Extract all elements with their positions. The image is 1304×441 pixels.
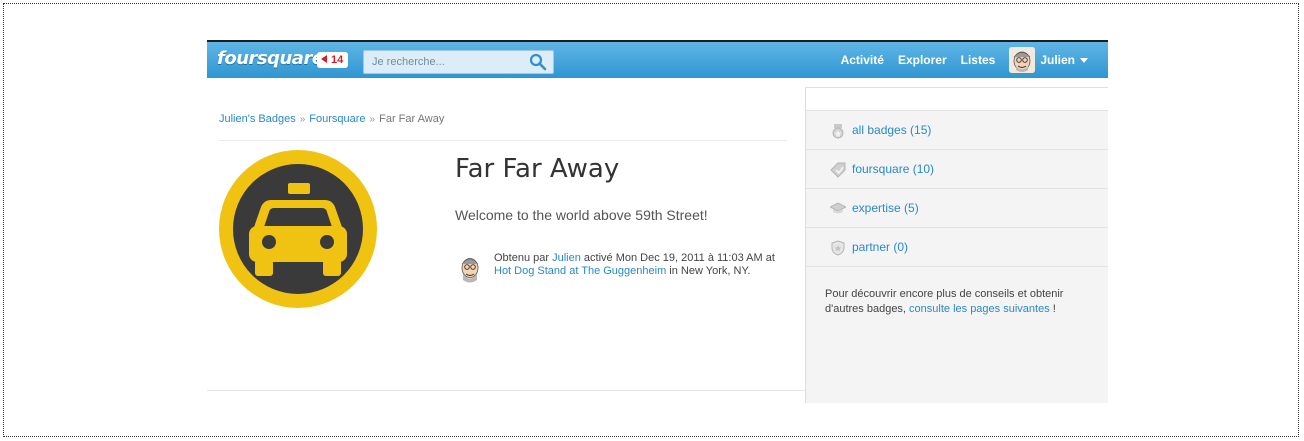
chevron-down-icon[interactable]	[1080, 57, 1088, 63]
top-navigation-bar: foursquare 14 Activité Explorer Listes J…	[207, 40, 1108, 78]
graduation-cap-icon	[830, 202, 846, 214]
nav-lists[interactable]: Listes	[961, 53, 996, 67]
sidebar-item-label: all badges (15)	[852, 123, 932, 137]
unlock-venue-link[interactable]: Hot Dog Stand at The Guggenheim	[494, 265, 666, 277]
sidebar-tip: Pour découvrir encore plus de conseils e…	[825, 287, 1087, 317]
nav-activity[interactable]: Activité	[841, 53, 884, 67]
unlock-user-link[interactable]: Julien	[552, 252, 581, 264]
sidebar-item-expertise[interactable]: expertise (5)	[806, 189, 1108, 228]
badge-sidebar: all badges (15) foursquare (10) expertis…	[805, 87, 1108, 403]
sidebar-item-all-badges[interactable]: all badges (15)	[806, 111, 1108, 150]
divider	[219, 140, 787, 141]
breadcrumb: Julien's Badges» Foursquare» Far Far Away	[219, 113, 444, 125]
unlock-text: Obtenu par Julien activé Mon Dec 19, 201…	[494, 252, 784, 278]
sidebar-item-partner[interactable]: partner (0)	[806, 228, 1108, 267]
search-icon[interactable]	[529, 53, 547, 71]
tip-end: !	[1049, 303, 1056, 315]
badge-description: Welcome to the world above 59th Street!	[455, 207, 708, 223]
user-menu-name[interactable]: Julien	[1040, 53, 1075, 67]
unlock-location: in New York, NY.	[666, 265, 751, 277]
main-content: Julien's Badges» Foursquare» Far Far Away …	[207, 78, 1108, 403]
sidebar-item-label: partner (0)	[852, 240, 909, 254]
breadcrumb-foursquare[interactable]: Foursquare	[309, 113, 365, 125]
badge-icon	[832, 124, 844, 139]
sidebar-item-label: expertise (5)	[852, 201, 919, 215]
breadcrumb-julien-badges[interactable]: Julien's Badges	[219, 113, 296, 125]
search-box	[363, 50, 554, 74]
sidebar-header	[806, 88, 1108, 111]
divider	[207, 390, 805, 391]
top-nav-links: Activité Explorer Listes Julien	[827, 42, 1088, 78]
breadcrumb-current: Far Far Away	[379, 113, 445, 125]
unlock-prefix: Obtenu par	[494, 252, 553, 264]
foursquare-logo[interactable]: foursquare	[217, 48, 324, 69]
sidebar-item-label: foursquare (10)	[852, 162, 935, 176]
breadcrumb-separator: »	[299, 114, 306, 125]
user-avatar[interactable]	[1009, 47, 1036, 73]
sidebar-item-foursquare[interactable]: foursquare (10)	[806, 150, 1108, 189]
notification-count-badge[interactable]: 14	[317, 52, 349, 68]
foursquare-tag-icon	[830, 162, 846, 178]
tip-link[interactable]: consulte les pages suivantes	[909, 303, 1050, 315]
user-avatar[interactable]	[457, 254, 483, 284]
unlock-date: activé Mon Dec 19, 2011 à 11:03 AM at	[580, 252, 775, 264]
nav-explore[interactable]: Explorer	[898, 53, 947, 67]
breadcrumb-separator: »	[369, 114, 376, 125]
badge-title: Far Far Away	[455, 154, 620, 184]
partner-shield-icon	[831, 240, 845, 256]
search-input[interactable]	[364, 51, 540, 73]
taxi-badge-icon	[219, 150, 377, 308]
